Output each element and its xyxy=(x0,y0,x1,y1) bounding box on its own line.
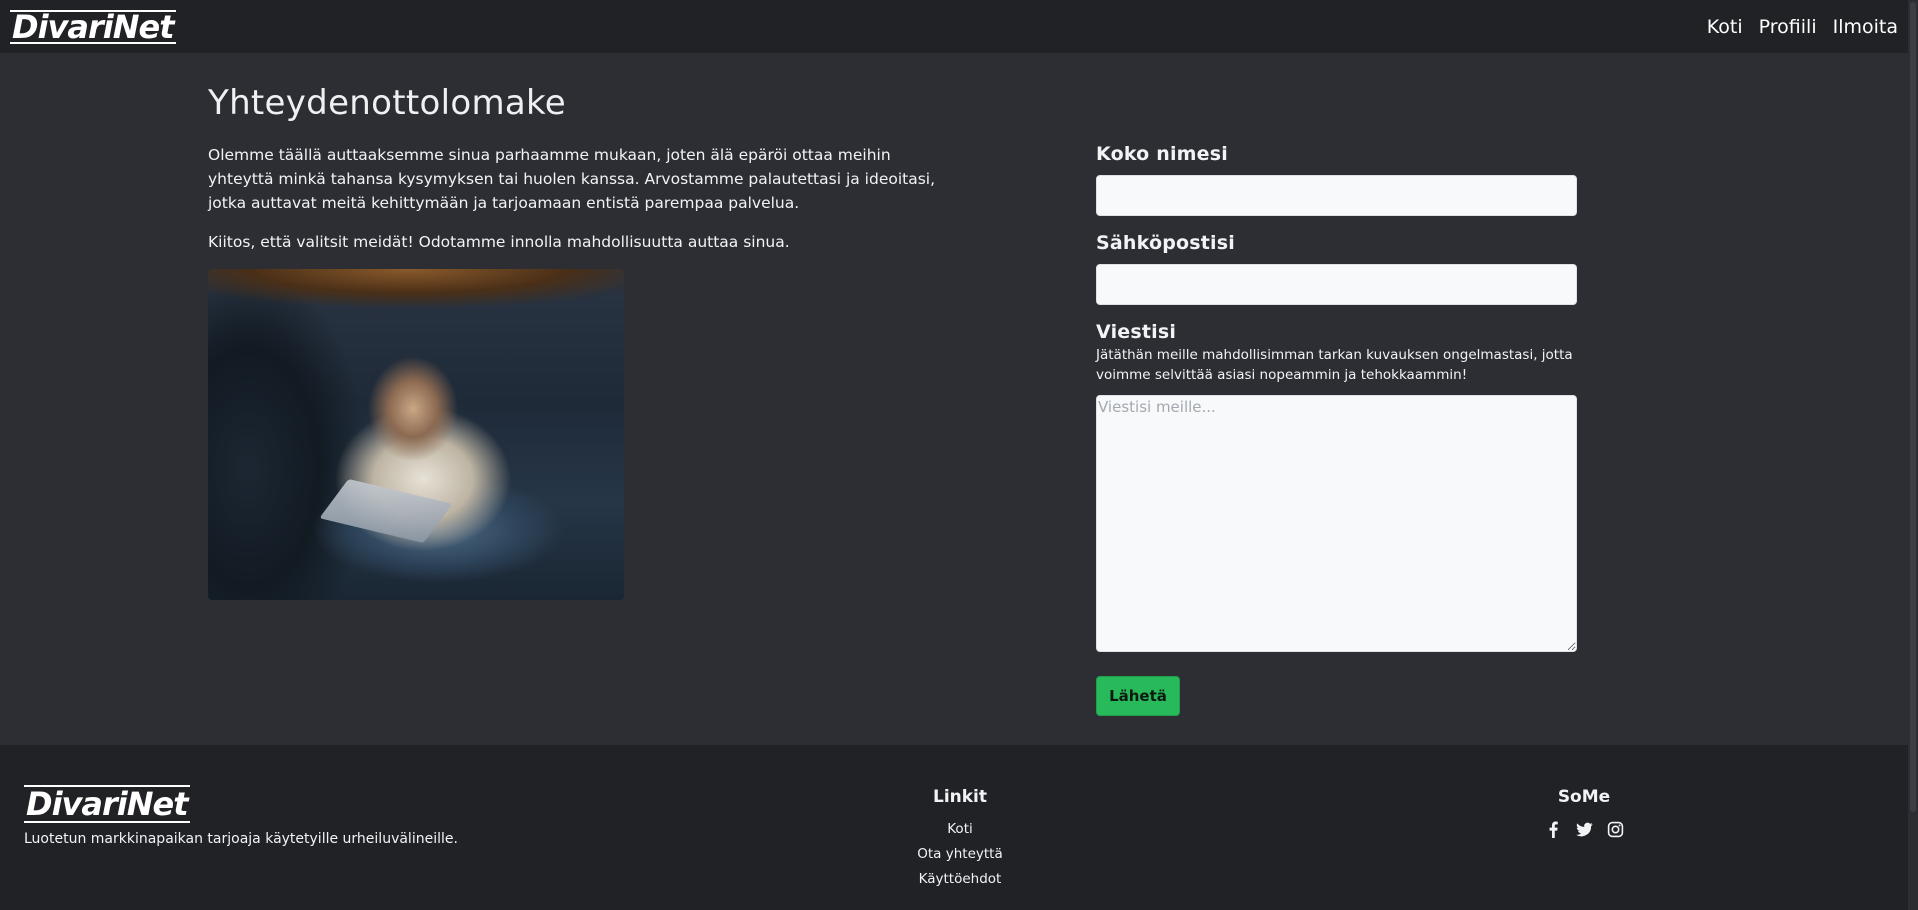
footer-links-column: Linkit Koti Ota yhteyttä Käyttöehdot xyxy=(880,787,1040,896)
contact-form: Koko nimesi Sähköpostisi Viestisi Jätäth… xyxy=(1096,143,1577,716)
name-label: Koko nimesi xyxy=(1096,143,1228,165)
message-label: Viestisi xyxy=(1096,321,1177,343)
twitter-icon[interactable] xyxy=(1575,821,1593,838)
email-label: Sähköpostisi xyxy=(1096,232,1235,254)
footer-brand: DivariNet Luotetun markkinapaikan tarjoa… xyxy=(24,787,458,847)
footer-link-kayttoehdot[interactable]: Käyttöehdot xyxy=(880,871,1040,887)
brand-logo[interactable]: DivariNet xyxy=(10,9,176,44)
photo-keyboard xyxy=(319,478,453,544)
name-input[interactable] xyxy=(1096,175,1577,216)
facebook-icon[interactable] xyxy=(1545,821,1562,838)
intro-text: Olemme täällä auttaaksemme sinua parhaam… xyxy=(208,146,936,212)
footer-some-heading: SoMe xyxy=(1557,787,1611,807)
thanks-text: Kiitos, että valitsit meidät! Odotamme i… xyxy=(208,233,790,251)
nav-link-koti[interactable]: Koti xyxy=(1707,16,1743,38)
main-content: Yhteydenottolomake Olemme täällä auttaak… xyxy=(0,53,1918,745)
message-textarea[interactable] xyxy=(1096,395,1577,652)
page-title: Yhteydenottolomake xyxy=(208,83,567,123)
footer-link-ota-yhteytta[interactable]: Ota yhteyttä xyxy=(880,846,1040,862)
page-scrollbar[interactable] xyxy=(1908,0,1918,910)
nav-links: Koti Profiili Ilmoita xyxy=(1707,16,1908,38)
footer-link-koti[interactable]: Koti xyxy=(880,821,1040,837)
contact-info-column: Yhteydenottolomake Olemme täällä auttaak… xyxy=(208,83,948,600)
nav-link-ilmoita[interactable]: Ilmoita xyxy=(1833,16,1898,38)
footer: DivariNet Luotetun markkinapaikan tarjoa… xyxy=(0,745,1918,910)
contact-photo xyxy=(208,269,624,600)
footer-links-heading: Linkit xyxy=(932,787,988,807)
submit-button[interactable]: Lähetä xyxy=(1096,676,1180,716)
message-help-text: Jätäthän meille mahdollisimman tarkan ku… xyxy=(1096,347,1573,383)
footer-tagline: Luotetun markkinapaikan tarjoaja käytety… xyxy=(24,831,458,847)
footer-logo[interactable]: DivariNet xyxy=(24,785,190,823)
email-input[interactable] xyxy=(1096,264,1577,305)
nav-link-profiili[interactable]: Profiili xyxy=(1759,16,1817,38)
navbar: DivariNet Koti Profiili Ilmoita xyxy=(0,0,1918,53)
instagram-icon[interactable] xyxy=(1607,821,1624,838)
social-icons xyxy=(1504,821,1664,838)
footer-some-column: SoMe xyxy=(1504,787,1664,838)
scrollbar-thumb[interactable] xyxy=(1910,2,1916,812)
